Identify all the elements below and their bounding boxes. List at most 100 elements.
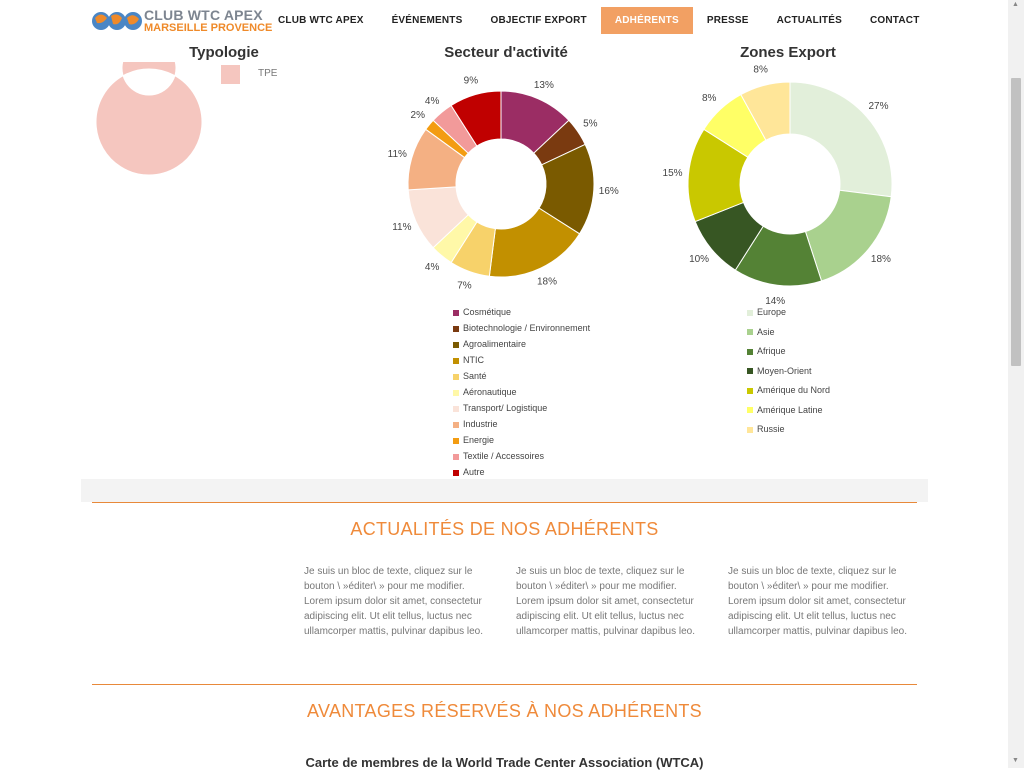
news-section-title: ACTUALITÉS DE NOS ADHÉRENTS (350, 519, 659, 539)
legend-item-cosmetique: Cosmétique (453, 307, 511, 317)
legend-label: Textile / Accessoires (463, 451, 545, 461)
legend-swatch (747, 426, 753, 433)
legend-swatch (453, 453, 459, 460)
logo-title: CLUB WTC APEX (144, 7, 263, 23)
site-header: CLUB WTC APEX MARSEILLE PROVENCE CLUB WT… (0, 0, 1008, 42)
slice-asie (804, 189, 892, 282)
chart-title-typologie: Typologie (189, 44, 259, 61)
data-label-asie: 18% (871, 254, 891, 265)
data-label-europe: 27% (869, 101, 889, 112)
data-label-afrique: 14% (765, 296, 785, 304)
nav-contact[interactable]: CONTACT (856, 7, 934, 34)
nav-club-wtc-apex[interactable]: CLUB WTC APEX (264, 7, 378, 34)
legend-label: Energie (463, 435, 495, 445)
logo-subtitle: MARSEILLE PROVENCE (144, 22, 273, 34)
divider (92, 502, 917, 503)
legend-label: Amérique Latine (757, 404, 823, 415)
legend-swatch (747, 309, 753, 316)
nav-actualites[interactable]: ACTUALITÉS (763, 7, 856, 34)
nav-objectif-export[interactable]: OBJECTIF EXPORT (476, 7, 600, 34)
legend-label: Moyen-Orient (757, 365, 812, 376)
site-logo[interactable]: CLUB WTC APEX MARSEILLE PROVENCE (91, 6, 273, 36)
legend-label-tpe: TPE (258, 68, 278, 79)
chart-title-secteur: Secteur d'activité (444, 44, 568, 61)
legend-swatch (453, 373, 459, 380)
chart-typologie (95, 62, 203, 176)
legend-item-autre: Autre (453, 467, 485, 477)
legend-label: NTIC (463, 355, 484, 365)
data-label-sante: 7% (457, 281, 472, 292)
legend-item-sante: Santé (453, 371, 487, 381)
data-label-moyen-orient: 10% (689, 254, 709, 265)
legend-item-amerique-latine: Amérique Latine (747, 405, 823, 415)
legend-item-aeronautique: Aéronautique (453, 387, 517, 397)
legend-label: Transport/ Logistique (463, 403, 548, 413)
data-label-autre: 9% (464, 75, 479, 86)
data-label-aeronautique: 4% (425, 262, 440, 273)
legend-label: Santé (463, 371, 487, 381)
scroll-down-arrow-icon[interactable]: ▼ (1012, 757, 1019, 764)
legend-swatch (747, 348, 753, 355)
legend-swatch (453, 421, 459, 428)
data-label-russie: 8% (753, 65, 768, 76)
chart-secteur: 13% 5% 16% 18% 7% 4% 11% 11% 2% 4% 9% (388, 75, 619, 292)
legend-item-amerique-du-nord: Amérique du Nord (747, 385, 830, 395)
legend-item-energie: Energie (453, 435, 494, 445)
legend-label: Europe (757, 307, 787, 317)
legend-item-agroalimentaire: Agroalimentaire (453, 339, 526, 349)
data-label-agroalimentaire: 16% (599, 186, 619, 197)
legend-swatch (453, 437, 459, 444)
legend-item-ntic: NTIC (453, 355, 484, 365)
main-nav: CLUB WTC APEX ÉVÉNEMENTS OBJECTIF EXPORT… (264, 7, 934, 34)
legend-label: Agroalimentaire (463, 339, 527, 349)
data-label-amerique-du-nord: 15% (663, 168, 683, 179)
legend-label: Asie (757, 326, 775, 337)
legend-label: Russie (757, 424, 785, 434)
data-label-textile-accessoires: 4% (425, 96, 440, 107)
news-item: Je suis un bloc de texte, cliquez sur le… (728, 566, 907, 637)
legend-label: Cosmétique (463, 307, 512, 317)
slice-europe (789, 81, 893, 198)
news-item: Je suis un bloc de texte, cliquez sur le… (516, 566, 695, 637)
legend-item-asie: Asie (747, 327, 775, 337)
legend-item-industrie: Industrie (453, 419, 498, 429)
legend-label: Amérique du Nord (757, 385, 831, 395)
legend-swatch (453, 405, 459, 412)
scrollbar-thumb[interactable] (1011, 78, 1021, 366)
page-scrollbar[interactable]: ▲ ▼ (1008, 0, 1024, 768)
data-label-transport-logistique: 11% (392, 222, 411, 233)
legend-label: Autre (463, 467, 485, 477)
nav-evenements[interactable]: ÉVÉNEMENTS (378, 7, 477, 34)
legend-label: Biotechnologie / Environnement (463, 323, 591, 333)
legend-label: Aéronautique (463, 387, 517, 397)
legend-swatch (747, 368, 753, 375)
data-label-cosmetique: 13% (534, 80, 554, 91)
legend-swatch (747, 329, 753, 336)
legend-swatch (747, 387, 753, 394)
globe-logo-icon (92, 12, 142, 30)
legend-item-russie: Russie (747, 424, 785, 434)
legend-swatch (453, 389, 459, 396)
legend-swatch (453, 309, 459, 316)
nav-presse[interactable]: PRESSE (693, 7, 763, 34)
legend-item-moyen-orient: Moyen-Orient (747, 366, 812, 376)
legend-item-afrique: Afrique (747, 346, 786, 356)
legend-item-europe: Europe (747, 307, 786, 317)
slice-tpe (95, 62, 203, 176)
legend-label: Afrique (757, 346, 786, 356)
nav-adherents[interactable]: ADHÉRENTS (600, 7, 693, 34)
legend-swatch (747, 407, 753, 414)
data-label-amerique-latine: 8% (702, 93, 717, 104)
legend-item-transport-logistique: Transport/ Logistique (453, 403, 547, 413)
scroll-up-arrow-icon[interactable]: ▲ (1012, 1, 1019, 8)
legend-item-textile-accessoires: Textile / Accessoires (453, 451, 544, 461)
data-label-biotechnologie-environnement: 5% (583, 118, 598, 129)
legend-label: Industrie (463, 419, 498, 429)
data-label-energie: 2% (411, 110, 426, 121)
legend-swatch (453, 325, 459, 332)
news-item: Je suis un bloc de texte, cliquez sur le… (304, 566, 483, 637)
data-label-industrie: 11% (388, 149, 407, 160)
charts-section-footer (81, 479, 928, 502)
legend-swatch (453, 469, 459, 476)
chart-zones: 27% 18% 14% 10% 15% 8% 8% (663, 65, 893, 304)
